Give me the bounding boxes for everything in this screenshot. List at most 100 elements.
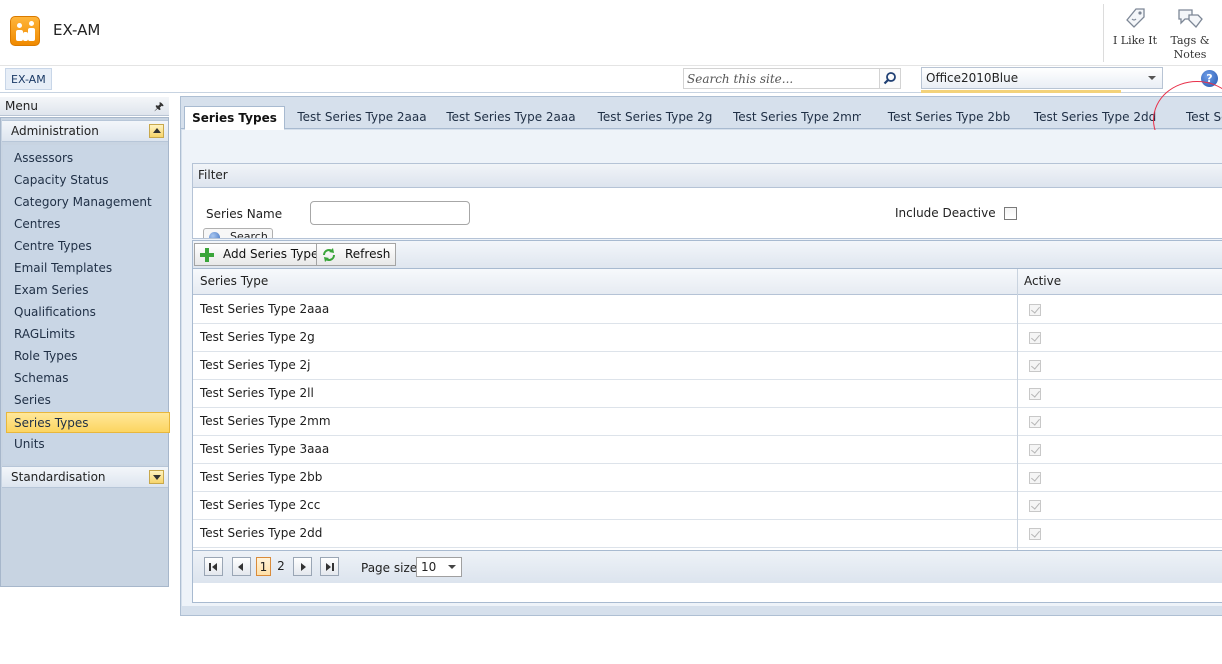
- active-checkbox: [1029, 500, 1041, 512]
- table-row[interactable]: Test Series Type 2mm: [193, 408, 1222, 436]
- search-icon: [883, 72, 896, 85]
- series-name-label: Series Name: [206, 207, 283, 221]
- globe-icon: [209, 232, 220, 238]
- table-row[interactable]: Test Series Type 2bb: [193, 464, 1222, 492]
- grid-header: Series Type Active: [193, 269, 1222, 295]
- nav-group-administration[interactable]: Administration: [2, 120, 168, 142]
- series-type-cell: Test Series Type 2g: [200, 330, 315, 344]
- breadcrumb[interactable]: EX-AM: [5, 68, 52, 90]
- table-row[interactable]: Test Series Type 2aaa: [193, 296, 1222, 324]
- nav-group-standardisation[interactable]: Standardisation: [2, 466, 168, 488]
- series-type-cell: Test Series Type 2j: [200, 358, 311, 372]
- theme-select[interactable]: Office2010Blue: [921, 67, 1163, 89]
- table-row[interactable]: Test Series Type 2g: [193, 324, 1222, 352]
- filter-panel: Filter Series Name Include Deactive Sear…: [192, 163, 1222, 239]
- tab-content: Filter Series Name Include Deactive Sear…: [182, 130, 1222, 606]
- header-divider: [1103, 4, 1104, 62]
- series-name-input[interactable]: [310, 201, 470, 225]
- column-header-series-type[interactable]: Series Type: [200, 269, 268, 294]
- next-page-button[interactable]: [293, 557, 312, 576]
- expand-icon[interactable]: [149, 470, 164, 484]
- nav-group-items: Assessors Capacity Status Category Manag…: [3, 145, 170, 464]
- main-panel: Series Types Test Series Type 2aaa Test …: [180, 81, 1222, 616]
- active-checkbox: [1029, 444, 1041, 456]
- sidebar-item-email-templates[interactable]: Email Templates: [6, 258, 170, 279]
- like-tag-icon: [1126, 8, 1145, 28]
- active-checkbox: [1029, 332, 1041, 344]
- nav-panel: Administration Assessors Capacity Status…: [0, 117, 170, 587]
- sidebar-item-exam-series[interactable]: Exam Series: [6, 280, 170, 301]
- menu-label: Menu: [5, 99, 38, 113]
- nav-group-label: Administration: [11, 124, 99, 138]
- sidebar-item-qualifications[interactable]: Qualifications: [6, 302, 170, 323]
- tags-notes-button[interactable]: Tags & Notes: [1167, 6, 1213, 64]
- sidebar-item-assessors[interactable]: Assessors: [6, 148, 170, 169]
- sidebar-item-units[interactable]: Units: [6, 434, 170, 455]
- tab-test-series-type-2bb[interactable]: Test Series Type 2bb: [886, 106, 1012, 130]
- page-number-current[interactable]: 1: [256, 557, 271, 576]
- active-checkbox: [1029, 528, 1041, 540]
- last-page-button[interactable]: [320, 557, 339, 576]
- site-logo-icon[interactable]: [10, 16, 40, 46]
- sidebar-item-series-types[interactable]: Series Types: [6, 412, 170, 433]
- sidebar-item-series[interactable]: Series: [6, 390, 170, 411]
- series-types-grid: Add Series Type Refresh Series Type Acti…: [192, 240, 1222, 603]
- tab-test-series-type-2aaa-2[interactable]: Test Series Type 2aaa: [446, 106, 576, 130]
- table-row[interactable]: Test Series Type 2cc: [193, 492, 1222, 520]
- sidebar-item-role-types[interactable]: Role Types: [6, 346, 170, 367]
- first-page-button[interactable]: [204, 557, 223, 576]
- sidebar-item-capacity-status[interactable]: Capacity Status: [6, 170, 170, 191]
- page-number[interactable]: 2: [275, 557, 287, 576]
- sidebar-item-raglimits[interactable]: RAGLimits: [6, 324, 170, 345]
- add-series-type-label: Add Series Type: [223, 247, 319, 261]
- active-checkbox: [1029, 416, 1041, 428]
- theme-select-value: Office2010Blue: [926, 71, 1019, 85]
- table-row[interactable]: Test Series Type 3aaa: [193, 436, 1222, 464]
- sidebar-item-centres[interactable]: Centres: [6, 214, 170, 235]
- previous-page-button[interactable]: [232, 557, 251, 576]
- search-button[interactable]: [879, 68, 901, 89]
- series-type-cell: Test Series Type 2cc: [200, 498, 321, 512]
- pin-icon[interactable]: 🖈: [154, 98, 164, 116]
- search-input[interactable]: Search this site...: [683, 68, 879, 89]
- tab-test-series-type-2mm[interactable]: Test Series Type 2mm: [733, 106, 861, 130]
- table-row[interactable]: Test Series Type 2dd: [193, 520, 1222, 548]
- breadcrumb-bar: EX-AM Search this site... Office2010Blue…: [0, 66, 1222, 93]
- column-header-active[interactable]: Active: [1024, 269, 1061, 294]
- include-deactive-label: Include Deactive: [895, 206, 996, 220]
- plus-icon: [200, 248, 214, 262]
- sidebar-item-schemas[interactable]: Schemas: [6, 368, 170, 389]
- tags-notes-icon: [1178, 9, 1203, 28]
- page-size-value: 10: [421, 560, 437, 574]
- sidebar-item-category-management[interactable]: Category Management: [6, 192, 170, 213]
- theme-underline: [921, 90, 1121, 93]
- series-type-cell: Test Series Type 2dd: [200, 526, 323, 540]
- active-checkbox: [1029, 304, 1041, 316]
- sidebar-item-centre-types[interactable]: Centre Types: [6, 236, 170, 257]
- filter-header: Filter: [193, 164, 1222, 188]
- tab-test-series-type-2aaa[interactable]: Test Series Type 2aaa: [297, 106, 427, 130]
- add-series-type-button[interactable]: Add Series Type: [194, 243, 325, 266]
- collapse-icon[interactable]: [149, 124, 164, 138]
- include-deactive-checkbox[interactable]: [1004, 207, 1017, 220]
- nav-group-label: Standardisation: [11, 470, 106, 484]
- i-like-it-button[interactable]: I Like It: [1112, 6, 1158, 64]
- series-type-cell: Test Series Type 2aaa: [200, 302, 330, 316]
- tab-test-series-type-2dd[interactable]: Test Series Type 2dd: [1031, 106, 1159, 130]
- page-size-select[interactable]: 10: [416, 557, 462, 577]
- i-like-it-label: I Like It: [1112, 34, 1158, 47]
- menu-header: Menu 🖈: [0, 97, 169, 116]
- tab-strip: Series Types Test Series Type 2aaa Test …: [181, 97, 1222, 130]
- active-checkbox: [1029, 360, 1041, 372]
- series-type-cell: Test Series Type 2bb: [200, 470, 323, 484]
- table-row[interactable]: Test Series Type 2j: [193, 352, 1222, 380]
- tab-series-types[interactable]: Series Types: [184, 106, 285, 130]
- refresh-button[interactable]: Refresh: [316, 243, 397, 266]
- filter-search-button[interactable]: Search: [203, 228, 273, 238]
- pager: 1 2 Page size: 10: [193, 550, 1222, 583]
- page-size-label: Page size:: [361, 561, 422, 575]
- column-divider: [1017, 269, 1018, 550]
- table-row[interactable]: Test Series Type 2ll: [193, 380, 1222, 408]
- site-title[interactable]: EX-AM: [53, 21, 100, 39]
- tab-test-series-type-2g[interactable]: Test Series Type 2g: [595, 106, 715, 130]
